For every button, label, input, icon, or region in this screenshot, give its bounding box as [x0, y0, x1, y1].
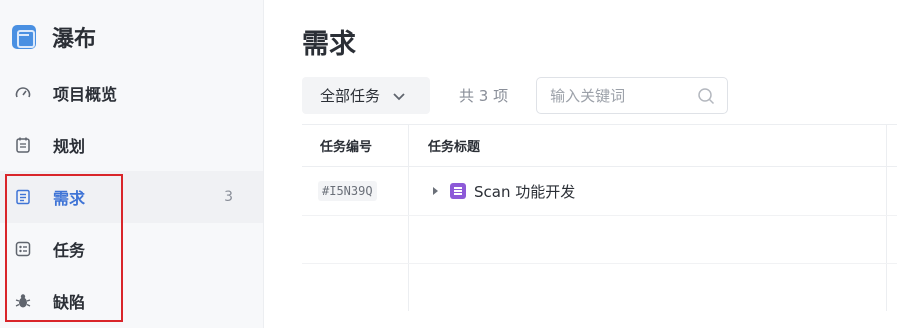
total-count: 共 3 项 [459, 87, 509, 105]
search-icon[interactable] [697, 87, 715, 109]
sidebar-item-overview[interactable]: 项目概览 [0, 67, 263, 119]
calendar-plan-icon [14, 136, 32, 154]
dashboard-gauge-icon [14, 84, 32, 102]
sidebar-item-bugs[interactable]: 缺陷 [0, 275, 263, 327]
column-header-title[interactable]: 任务标题 [409, 125, 887, 166]
checklist-icon [14, 240, 32, 258]
main-content: 需求 全部任务 共 3 项 任务编号 任务标题 #I5N39Q [264, 0, 897, 328]
chevron-down-icon [392, 89, 406, 103]
task-title-link[interactable]: Scan 功能开发 [474, 181, 575, 202]
sidebar-item-label: 规划 [53, 137, 86, 156]
requirements-table: 任务编号 任务标题 #I5N39Q Scan 功能开发 [302, 124, 897, 328]
bug-icon [14, 292, 32, 310]
sidebar-item-label: 任务 [53, 241, 86, 260]
task-filter-dropdown[interactable]: 全部任务 [302, 77, 430, 114]
empty-cell [409, 216, 887, 263]
sidebar-item-label: 项目概览 [53, 85, 118, 104]
sidebar-item-tasks[interactable]: 任务 [0, 223, 263, 275]
search-box[interactable] [536, 77, 729, 114]
app-title: 瀑布 [52, 27, 97, 52]
toolbar: 全部任务 共 3 项 [302, 77, 729, 114]
task-id-tag[interactable]: #I5N39Q [318, 181, 377, 201]
document-list-icon [14, 188, 32, 206]
empty-cell [302, 216, 409, 263]
page-title: 需求 [302, 29, 356, 60]
sidebar-item-count: 3 [224, 189, 233, 205]
task-title-cell: Scan 功能开发 [409, 167, 887, 215]
task-id-cell: #I5N39Q [302, 167, 409, 215]
empty-cell [409, 264, 887, 311]
sidebar-item-label: 需求 [53, 189, 86, 208]
table-empty-row [302, 263, 897, 311]
requirement-type-icon [450, 183, 466, 199]
table-header: 任务编号 任务标题 [302, 125, 897, 167]
empty-cell [302, 264, 409, 311]
expand-caret-icon[interactable] [433, 187, 438, 195]
sidebar-item-label: 缺陷 [53, 293, 86, 312]
brand: 瀑布 [12, 22, 96, 52]
table-empty-row [302, 215, 897, 263]
sidebar-item-requirements[interactable]: 需求 3 [0, 171, 263, 223]
sidebar-item-plan[interactable]: 规划 [0, 119, 263, 171]
waterfall-app-icon [12, 25, 36, 49]
table-row[interactable]: #I5N39Q Scan 功能开发 [302, 167, 897, 215]
sidebar-nav: 项目概览 规划 需求 3 任务 缺陷 [0, 67, 263, 327]
search-input[interactable] [550, 86, 691, 105]
column-header-id[interactable]: 任务编号 [302, 125, 409, 166]
sidebar: 瀑布 项目概览 规划 需求 3 任务 缺陷 [0, 0, 264, 328]
task-filter-label: 全部任务 [320, 87, 381, 105]
